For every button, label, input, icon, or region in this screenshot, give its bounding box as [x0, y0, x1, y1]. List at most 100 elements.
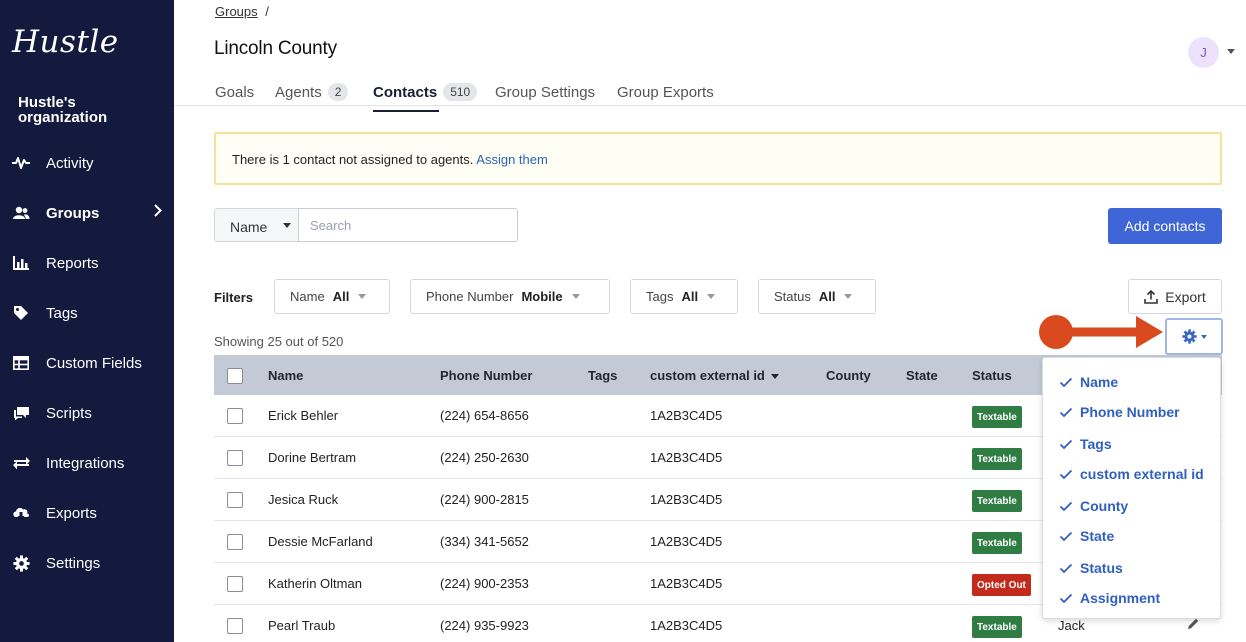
- row-checkbox[interactable]: [227, 534, 243, 550]
- tab-group-exports[interactable]: Group Exports: [617, 82, 714, 102]
- caret-down-icon: [707, 294, 716, 299]
- bar-chart-icon: [10, 256, 32, 270]
- sidebar-item-groups[interactable]: Groups: [0, 193, 174, 233]
- export-button[interactable]: Export: [1128, 279, 1222, 314]
- pencil-icon[interactable]: [1186, 617, 1200, 631]
- sidebar-item-integrations[interactable]: Integrations: [0, 443, 174, 483]
- row-checkbox[interactable]: [227, 408, 243, 424]
- column-option-state[interactable]: State: [1059, 526, 1114, 546]
- column-option-phone-number[interactable]: Phone Number: [1059, 402, 1180, 422]
- sidebar-item-label: Activity: [46, 154, 94, 172]
- tab-goals[interactable]: Goals: [215, 82, 254, 102]
- sidebar-item-reports[interactable]: Reports: [0, 243, 174, 283]
- contact-external-id: 1A2B3C4D5: [650, 450, 723, 465]
- column-option-assignment[interactable]: Assignment: [1059, 588, 1160, 608]
- sidebar-item-label: Integrations: [46, 454, 125, 472]
- column-option-county[interactable]: County: [1059, 496, 1128, 516]
- check-icon: [1059, 377, 1073, 387]
- contact-name: Katherin Oltman: [268, 576, 362, 591]
- contact-name: Erick Behler: [268, 408, 339, 423]
- export-label: Export: [1165, 288, 1206, 305]
- caret-down-icon: [1200, 334, 1207, 339]
- avatar[interactable]: J: [1188, 37, 1219, 68]
- filter-tags[interactable]: Tags All: [630, 279, 738, 314]
- cloud-download-icon: [10, 506, 32, 521]
- tab-label: Group Exports: [617, 83, 714, 101]
- column-header-name[interactable]: Name: [268, 368, 303, 383]
- filter-name[interactable]: Name All: [274, 279, 390, 314]
- column-header-county[interactable]: County: [826, 368, 871, 383]
- sidebar-item-scripts[interactable]: Scripts: [0, 393, 174, 433]
- tab-contacts[interactable]: Contacts 510: [373, 82, 478, 112]
- filter-value: All: [818, 289, 836, 304]
- column-option-tags[interactable]: Tags: [1059, 434, 1112, 454]
- status-badge: Opted Out: [972, 574, 1031, 596]
- tag-icon: [10, 305, 32, 321]
- column-settings-button[interactable]: [1165, 318, 1223, 355]
- contact-name: Jesica Ruck: [268, 492, 339, 507]
- contact-phone: (224) 900-2815: [440, 492, 529, 507]
- row-checkbox[interactable]: [227, 618, 243, 634]
- sidebar-item-activity[interactable]: Activity: [0, 143, 174, 183]
- sidebar-item-label: Custom Fields: [46, 354, 142, 372]
- column-option-label: Tags: [1080, 436, 1112, 452]
- brand-logo[interactable]: Hustle: [12, 24, 119, 60]
- check-icon: [1059, 531, 1073, 541]
- breadcrumb: Groups /: [215, 4, 269, 19]
- sidebar-item-settings[interactable]: Settings: [0, 543, 174, 583]
- column-header-phone-number[interactable]: Phone Number: [440, 368, 532, 383]
- column-header-state[interactable]: State: [906, 368, 938, 383]
- tab-count-badge: 510: [443, 83, 478, 101]
- sidebar-item-label: Scripts: [46, 404, 92, 422]
- sidebar-item-label: Tags: [46, 304, 78, 322]
- upload-icon: [1144, 289, 1159, 304]
- activity-icon: [10, 156, 32, 170]
- tab-label: Agents: [275, 83, 322, 101]
- row-checkbox[interactable]: [227, 450, 243, 466]
- filter-value: Mobile: [521, 289, 563, 304]
- search-input[interactable]: [298, 208, 518, 242]
- tab-group-settings[interactable]: Group Settings: [495, 82, 595, 102]
- status-badge: Textable: [972, 490, 1022, 512]
- column-option-name[interactable]: Name: [1059, 372, 1118, 392]
- breadcrumb-link-groups[interactable]: Groups: [215, 4, 258, 19]
- search-field-select[interactable]: Name: [214, 208, 299, 242]
- chevron-right-icon: [154, 204, 162, 221]
- filter-status[interactable]: Status All: [758, 279, 876, 314]
- contact-phone: (224) 900-2353: [440, 576, 529, 591]
- add-contacts-button[interactable]: Add contacts: [1108, 208, 1222, 244]
- contact-external-id: 1A2B3C4D5: [650, 618, 723, 633]
- sidebar-item-exports[interactable]: Exports: [0, 493, 174, 533]
- caret-down-icon[interactable]: [1227, 49, 1235, 54]
- filter-phone-number[interactable]: Phone Number Mobile: [410, 279, 610, 314]
- column-header-label: custom external id: [650, 368, 765, 383]
- filters-label: Filters: [214, 290, 254, 305]
- caret-down-icon: [571, 294, 580, 299]
- tab-agents[interactable]: Agents 2: [275, 82, 349, 102]
- sidebar-item-label: Settings: [46, 554, 101, 572]
- sidebar-item-tags[interactable]: Tags: [0, 293, 174, 333]
- caret-down-icon: [844, 294, 853, 299]
- column-option-custom-external-id[interactable]: custom external id: [1059, 464, 1204, 484]
- assign-them-link[interactable]: Assign them: [476, 152, 548, 167]
- gear-icon: [1181, 329, 1197, 344]
- row-checkbox[interactable]: [227, 576, 243, 592]
- column-option-label: Status: [1080, 560, 1123, 576]
- caret-down-icon: [358, 294, 367, 299]
- page-title: Lincoln County: [214, 38, 337, 59]
- contact-external-id: 1A2B3C4D5: [650, 492, 723, 507]
- contact-external-id: 1A2B3C4D5: [650, 576, 723, 591]
- column-option-status[interactable]: Status: [1059, 558, 1123, 578]
- exchange-icon: [10, 456, 32, 470]
- check-icon: [1059, 469, 1073, 479]
- column-header-tags[interactable]: Tags: [588, 368, 617, 383]
- sidebar-item-custom-fields[interactable]: Custom Fields: [0, 343, 174, 383]
- column-option-label: State: [1080, 528, 1115, 544]
- check-icon: [1059, 501, 1073, 511]
- select-all-checkbox[interactable]: [227, 368, 243, 384]
- column-header-status[interactable]: Status: [972, 368, 1012, 383]
- column-header-custom-external-id[interactable]: custom external id: [650, 368, 779, 383]
- row-checkbox[interactable]: [227, 492, 243, 508]
- filter-label: Phone Number: [426, 289, 514, 304]
- breadcrumb-separator: /: [265, 4, 269, 19]
